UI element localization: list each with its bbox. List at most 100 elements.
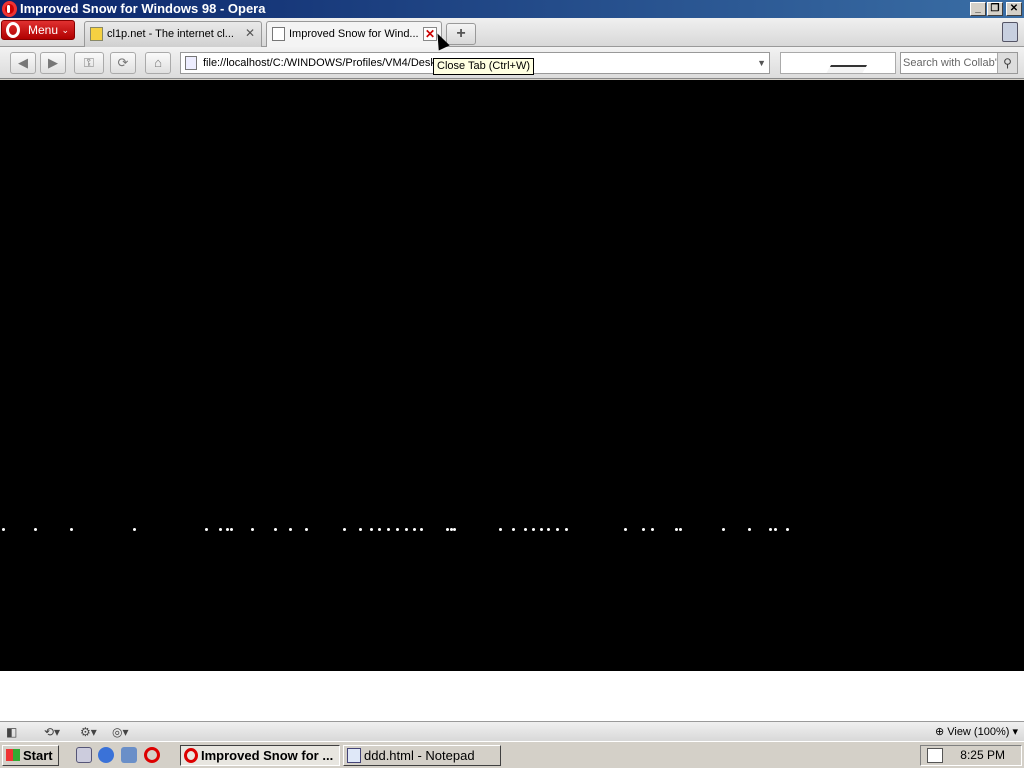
taskbar-button-notepad[interactable]: ddd.html - Notepad <box>343 745 501 766</box>
snowflake <box>786 528 789 531</box>
snowflake <box>524 528 527 531</box>
search-placeholder: Search with Collab' <box>903 57 997 69</box>
snowflake <box>274 528 277 531</box>
snowflake <box>420 528 423 531</box>
restore-button[interactable]: ❐ <box>987 2 1003 16</box>
zoom-control[interactable]: ⊕ View (100%) ▾ <box>935 724 1018 740</box>
snowflake <box>642 528 645 531</box>
show-desktop-icon[interactable] <box>76 747 92 763</box>
snowflake <box>226 528 229 531</box>
address-url: file://localhost/C:/WINDOWS/Profiles/VM4… <box>203 57 436 69</box>
snowflake <box>565 528 568 531</box>
clock: 8:25 PM <box>960 748 1005 762</box>
snowflake <box>512 528 515 531</box>
minimize-button[interactable]: _ <box>970 2 986 16</box>
tab-label: cl1p.net - The internet cl... <box>107 28 234 40</box>
dropdown-arrow-icon[interactable]: ▼ <box>757 53 766 73</box>
snowflake <box>387 528 390 531</box>
snowflake <box>289 528 292 531</box>
opera-quicklaunch-icon[interactable] <box>144 747 160 763</box>
opera-o-icon <box>6 22 20 38</box>
snowflake <box>396 528 399 531</box>
snowflake <box>413 528 416 531</box>
taskbar-button-label: Improved Snow for ... <box>201 748 334 763</box>
snowflake <box>532 528 535 531</box>
close-tab-icon[interactable]: ✕ <box>243 27 257 41</box>
new-tab-button[interactable]: + <box>446 23 476 45</box>
snowflake <box>370 528 373 531</box>
document-favicon-icon <box>272 27 285 41</box>
tooltip: Close Tab (Ctrl+W) <box>433 58 535 75</box>
scheduler-icon[interactable] <box>927 748 943 763</box>
tab-label: Improved Snow for Wind... <box>289 28 419 40</box>
forward-button[interactable]: ▶ <box>40 52 66 74</box>
search-icon[interactable]: ⚲ <box>997 53 1017 73</box>
snowflake <box>540 528 543 531</box>
reload-button[interactable]: ⟳ <box>110 52 136 74</box>
snowflake <box>343 528 346 531</box>
outlook-express-icon[interactable] <box>121 747 137 763</box>
chevron-down-icon: ▾ <box>1012 726 1018 738</box>
window-titlebar[interactable]: Improved Snow for Windows 98 - Opera _ ❐… <box>0 0 1024 18</box>
notepad-icon <box>347 748 361 763</box>
snowflake <box>675 528 678 531</box>
snowflake <box>133 528 136 531</box>
snowflake <box>251 528 254 531</box>
taskbar-button-label: ddd.html - Notepad <box>364 748 475 763</box>
snowflake <box>230 528 233 531</box>
tab-improved-snow[interactable]: Improved Snow for Wind... ✕ <box>266 21 442 48</box>
snowflake <box>205 528 208 531</box>
snowflake <box>774 528 777 531</box>
windows-logo-icon <box>6 749 20 761</box>
snowflake <box>748 528 751 531</box>
system-tray: 8:25 PM <box>920 745 1022 766</box>
internet-explorer-icon[interactable] <box>98 747 114 763</box>
search-field[interactable]: Search with Collab' ⚲ <box>900 52 1018 74</box>
snowflake <box>219 528 222 531</box>
snowflake <box>2 528 5 531</box>
menu-button-label: Menu <box>28 23 59 37</box>
snowflake <box>499 528 502 531</box>
taskbar: Start Improved Snow for ... ddd.html - N… <box>0 741 1024 768</box>
snowflake <box>722 528 725 531</box>
tab-cl1p[interactable]: cl1p.net - The internet cl... ✕ <box>84 21 262 47</box>
trash-icon[interactable] <box>1002 22 1018 42</box>
snowflake <box>547 528 550 531</box>
preview-shape <box>822 65 868 73</box>
snowflake <box>446 528 449 531</box>
start-label: Start <box>23 748 53 763</box>
snowflake <box>405 528 408 531</box>
start-button[interactable]: Start <box>2 745 59 766</box>
status-bar: ◧ ⟲▾ ⚙▾ ◎▾ ⊕ View (100%) ▾ <box>0 721 1024 741</box>
unite-icon[interactable]: ⚙▾ <box>80 724 97 740</box>
snowflake <box>769 528 772 531</box>
page-preview-box <box>780 52 896 74</box>
opera-logo-icon <box>2 1 17 17</box>
snowflake <box>34 528 37 531</box>
snowflake <box>679 528 682 531</box>
snowflake <box>556 528 559 531</box>
snowflake <box>453 528 456 531</box>
home-button[interactable]: ⌂ <box>145 52 171 74</box>
taskbar-button-opera[interactable]: Improved Snow for ... <box>180 745 340 766</box>
page-content <box>0 80 1024 671</box>
page-bottom-area <box>0 671 1024 721</box>
snowflake <box>305 528 308 531</box>
snowflake <box>624 528 627 531</box>
tab-bar: Menu ⌄ cl1p.net - The internet cl... ✕ I… <box>0 18 1024 48</box>
turbo-icon[interactable]: ◎▾ <box>112 724 129 740</box>
panel-toggle-icon[interactable]: ◧ <box>6 724 17 740</box>
key-icon[interactable]: ⚿ <box>74 52 104 74</box>
snowflake <box>70 528 73 531</box>
page-favicon-icon <box>90 27 103 41</box>
back-button[interactable]: ◀ <box>10 52 36 74</box>
snowflake <box>651 528 654 531</box>
window-title: Improved Snow for Windows 98 - Opera <box>20 1 266 16</box>
snowflake <box>378 528 381 531</box>
opera-icon <box>184 748 198 763</box>
sync-icon[interactable]: ⟲▾ <box>44 724 60 740</box>
close-window-button[interactable]: ✕ <box>1006 2 1022 16</box>
zoom-label: View (100%) <box>947 726 1010 738</box>
snowflake <box>359 528 362 531</box>
opera-menu-button[interactable]: Menu ⌄ <box>1 20 75 40</box>
